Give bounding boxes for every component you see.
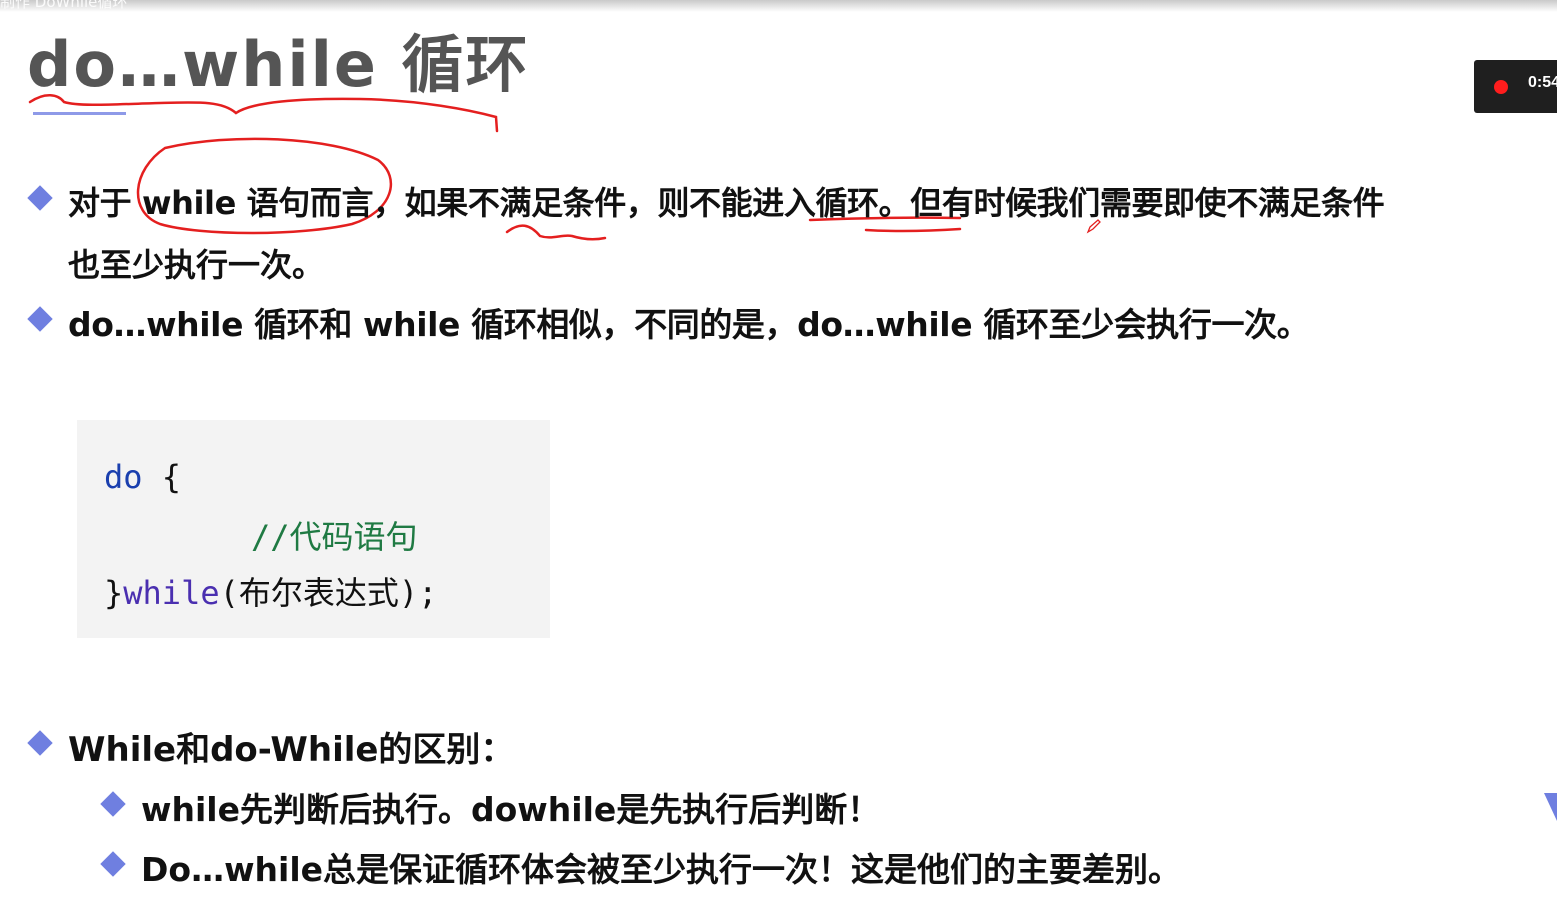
sub-bullet-1-text: while先判断后执行。dowhile是先执行后判断！ — [141, 790, 881, 829]
sub-bullet-diamond-icon — [100, 851, 126, 877]
code-line-2: //代码语句 — [251, 512, 418, 558]
bullet-3-text: While和do-While的区别： — [68, 730, 515, 770]
pen-cursor-icon — [1086, 219, 1101, 234]
bullet-1-text: 对于 while 语句而言，如果不满足条件，则不能进入循环。但有时候我们需要即使… — [68, 184, 1385, 222]
video-title: 制作 DoWhile循环 — [0, 0, 128, 11]
code-block: do { //代码语句 }while(布尔表达式); — [77, 420, 550, 638]
condition-squiggle — [505, 224, 607, 241]
code-keyword-while: while — [123, 574, 220, 612]
title-underline — [33, 112, 126, 115]
code-open-brace: { — [142, 458, 182, 496]
slide-title: do…while 循环 — [27, 28, 530, 101]
recording-indicator[interactable]: 0:54 — [1474, 60, 1557, 113]
recording-time: 0:54 — [1528, 74, 1557, 91]
bullet-diamond-icon — [27, 306, 53, 332]
bullet-2-text: do…while 循环和 while 循环相似，不同的是，do…while 循环… — [68, 305, 1310, 344]
bullet-diamond-icon — [27, 730, 53, 756]
video-top-bar — [0, 0, 1557, 12]
code-line-1: do { — [104, 458, 181, 496]
bullet-diamond-icon — [27, 185, 53, 211]
sub-bullet-2-text: Do…while总是保证循环体会被至少执行一次！这是他们的主要差别。 — [141, 850, 1182, 889]
code-line-3: }while(布尔表达式); — [104, 568, 437, 614]
code-condition: (布尔表达式); — [219, 574, 438, 612]
edge-arrow-icon — [1544, 793, 1557, 821]
code-comment: //代码语句 — [251, 518, 418, 556]
record-dot-icon — [1494, 80, 1508, 94]
sub-bullet-diamond-icon — [100, 791, 126, 817]
bullet-1-continuation: 也至少执行一次。 — [68, 246, 325, 284]
code-close-brace: } — [104, 574, 124, 612]
code-keyword-do: do — [104, 458, 143, 496]
